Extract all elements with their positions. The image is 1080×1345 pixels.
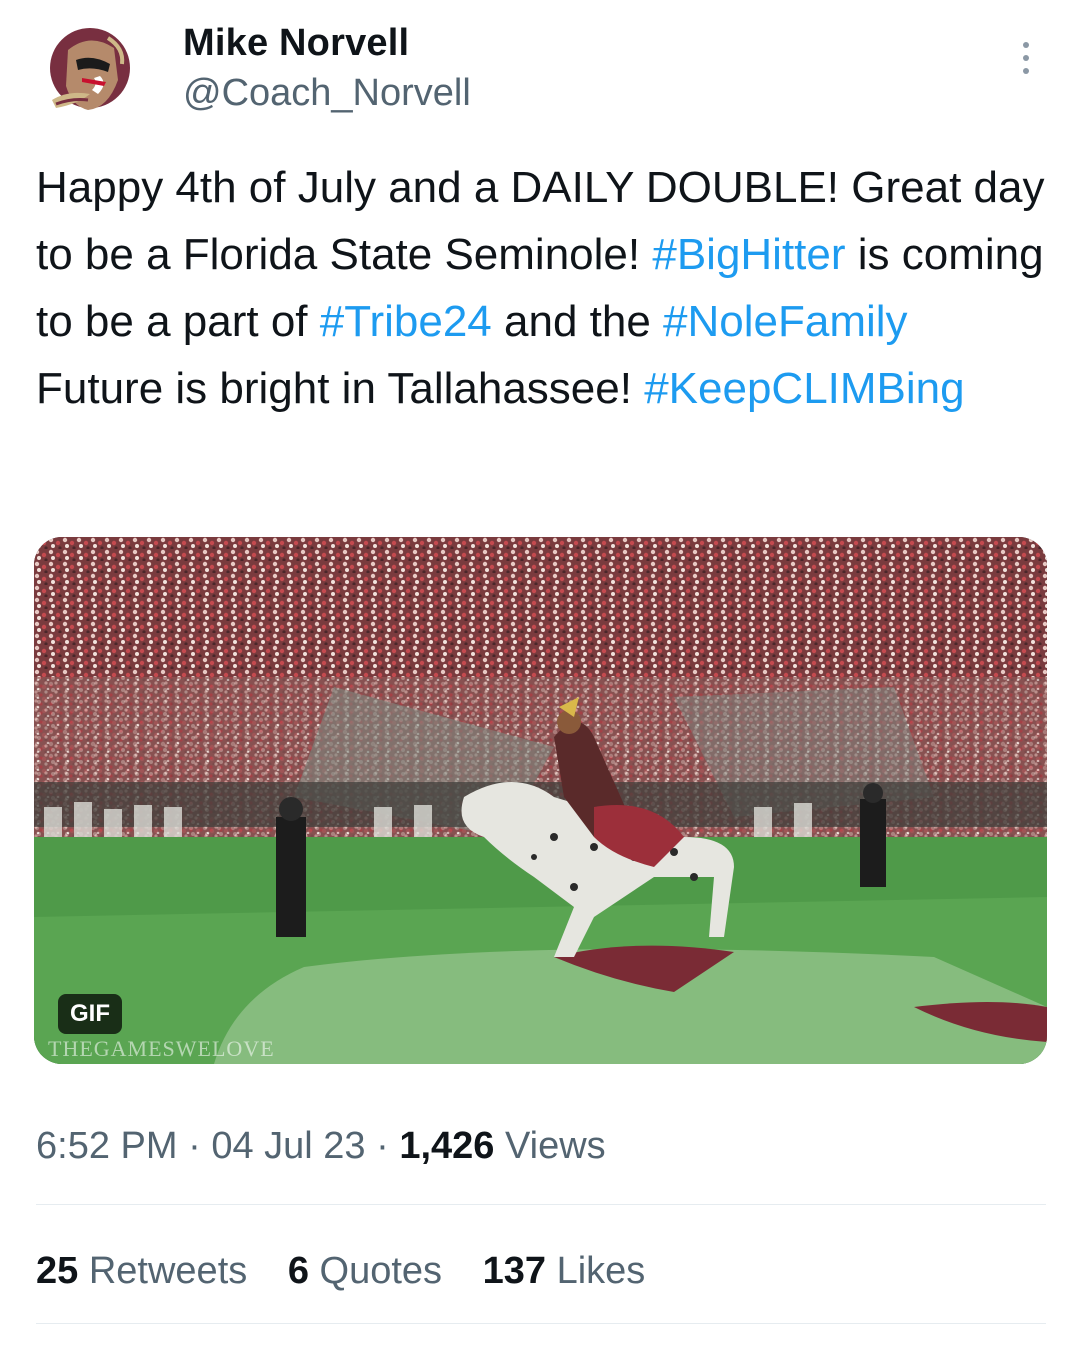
tweet-time[interactable]: 6:52 PM xyxy=(36,1125,178,1167)
tweet-date[interactable]: 04 Jul 23 xyxy=(211,1125,365,1167)
seminoles-logo-icon xyxy=(38,20,142,124)
tweet-text-segment: Future is bright in Tallahassee! xyxy=(36,364,645,413)
gif-frame-image xyxy=(34,537,1047,1064)
avatar[interactable] xyxy=(38,20,142,124)
divider xyxy=(36,1204,1046,1205)
likes-label: Likes xyxy=(556,1250,646,1292)
retweets-stat[interactable]: 25 Retweets xyxy=(36,1243,247,1299)
divider xyxy=(36,1323,1046,1324)
hashtag-link[interactable]: #KeepCLIMBing xyxy=(644,364,964,413)
media-watermark: THEGAMESWELOVE xyxy=(48,1036,275,1061)
tweet-text-segment: and the xyxy=(491,297,664,346)
more-options-icon[interactable] xyxy=(1014,42,1038,82)
likes-stat[interactable]: 137 Likes xyxy=(483,1243,646,1299)
tweet-text: Happy 4th of July and a DAILY DOUBLE! Gr… xyxy=(36,154,1046,422)
meta-separator: · xyxy=(365,1125,400,1167)
tweet-meta: 6:52 PM · 04 Jul 23 · 1,426 Views xyxy=(36,1118,606,1174)
meta-separator: · xyxy=(177,1125,212,1167)
views-count: 1,426 xyxy=(399,1125,495,1167)
tweet-stats: 25 Retweets 6 Quotes 137 Likes xyxy=(36,1243,675,1299)
hashtag-link[interactable]: #Tribe24 xyxy=(320,297,492,346)
tweet-media-gif[interactable]: GIF THEGAMESWELOVE xyxy=(34,537,1047,1064)
hashtag-link[interactable]: #NoleFamily xyxy=(663,297,908,346)
quotes-count: 6 xyxy=(287,1250,309,1292)
author-name[interactable]: Mike Norvell xyxy=(183,20,409,66)
quotes-stat[interactable]: 6 Quotes xyxy=(288,1243,442,1299)
retweets-count: 25 xyxy=(36,1250,79,1292)
likes-count: 137 xyxy=(482,1250,547,1292)
retweets-label: Retweets xyxy=(88,1250,248,1292)
hashtag-link[interactable]: #BigHitter xyxy=(652,230,845,279)
gif-badge: GIF xyxy=(58,994,122,1034)
author-handle[interactable]: @Coach_Norvell xyxy=(183,70,471,116)
views-label: Views xyxy=(504,1125,606,1167)
quotes-label: Quotes xyxy=(319,1250,443,1292)
